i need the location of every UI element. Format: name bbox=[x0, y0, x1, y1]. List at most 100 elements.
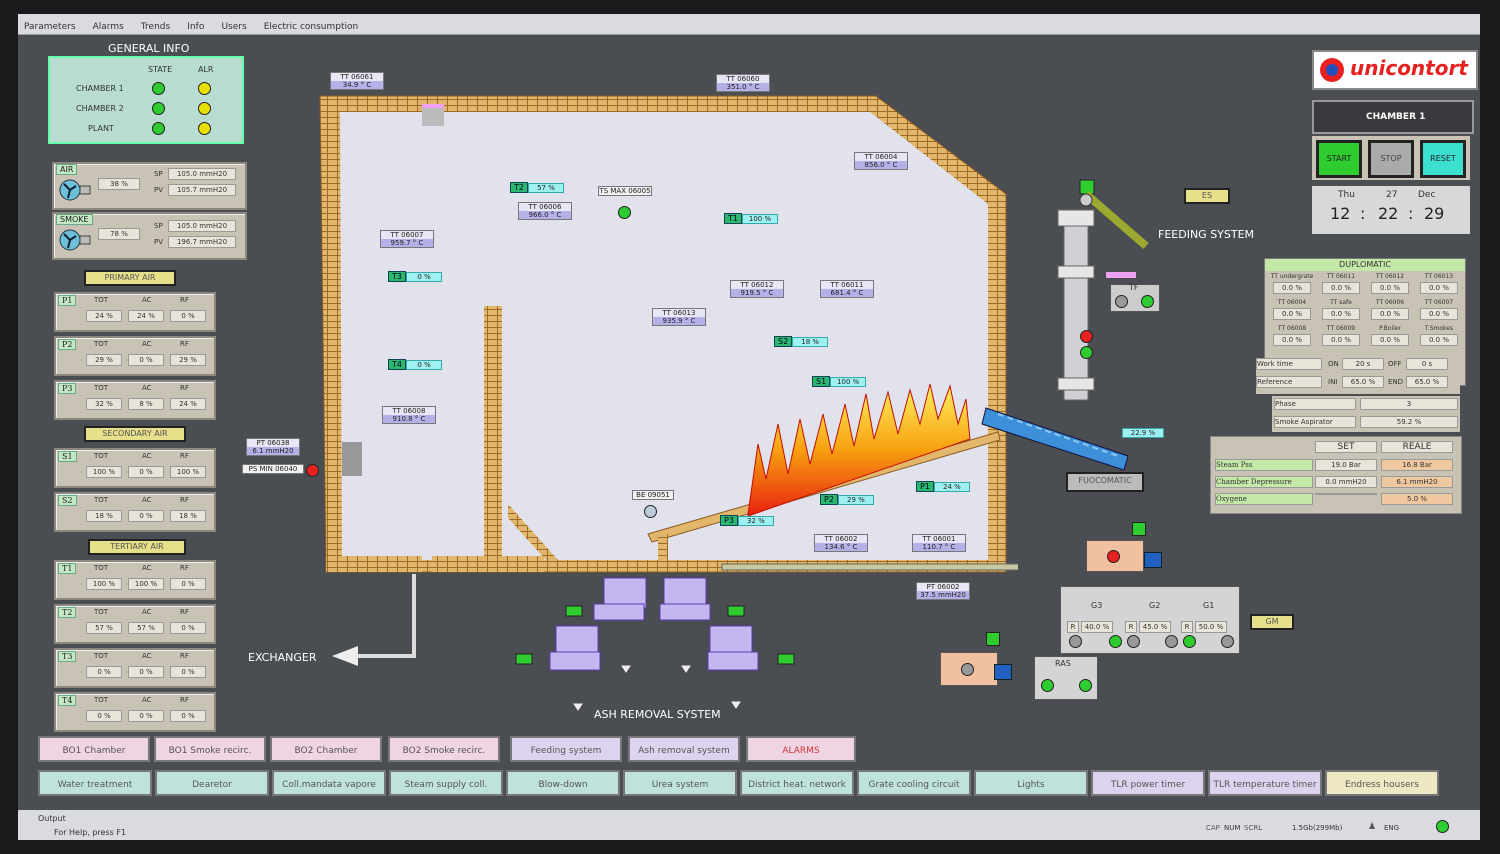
menu-info[interactable]: Info bbox=[181, 18, 210, 32]
air-row-p3[interactable]: P3 TOT AC RF 32 % 8 % 24 % bbox=[54, 380, 216, 420]
air-row-name: T4 bbox=[58, 695, 77, 706]
ps-min-led bbox=[306, 464, 319, 477]
off-value[interactable]: 0 s bbox=[1406, 358, 1448, 370]
steam-pump-block[interactable] bbox=[1086, 540, 1144, 572]
help-text: For Help, press F1 bbox=[54, 828, 127, 837]
air-row-t4[interactable]: T4 TOT AC RF 0 % 0 % 0 % bbox=[54, 692, 216, 732]
nav-button[interactable]: TLR power timer bbox=[1091, 770, 1205, 796]
tt06013-tag[interactable]: TT 06013 935.9 ° C bbox=[652, 308, 706, 326]
air-row-p2[interactable]: P2 TOT AC RF 29 % 0 % 29 % bbox=[54, 336, 216, 376]
setpoint-set-value[interactable]: 19.0 Bar bbox=[1315, 459, 1377, 471]
air-row-t1[interactable]: T1 TOT AC RF 100 % 100 % 0 % bbox=[54, 560, 216, 600]
water-pump-block[interactable] bbox=[940, 652, 998, 686]
air-panel[interactable]: AIR 38 % SP PV 105.0 mmH20 105.7 mmH20 bbox=[52, 162, 247, 210]
nav-button[interactable]: Coll.mandata vapore bbox=[272, 770, 386, 796]
air-sp-label: SP bbox=[154, 170, 163, 178]
p2-key: P2 bbox=[820, 494, 838, 505]
fuocomatic-indicator[interactable]: FUOCOMATIC bbox=[1066, 472, 1144, 492]
tt06004-tag[interactable]: TT 06004 856.0 ° C bbox=[854, 152, 908, 170]
nav-button[interactable]: Water treatment bbox=[38, 770, 152, 796]
tt06008-name: TT 06008 bbox=[392, 407, 426, 415]
gm-indicator[interactable]: GM bbox=[1250, 614, 1294, 630]
t3-tag[interactable]: T3 0 % bbox=[388, 271, 442, 282]
pt06002-tag[interactable]: PT 06002 37.5 mmH20 bbox=[916, 582, 970, 600]
nav-button[interactable]: Endress housers bbox=[1325, 770, 1439, 796]
menu-users[interactable]: Users bbox=[215, 18, 252, 32]
g2-led-right bbox=[1165, 635, 1178, 648]
t1-value: 100 % bbox=[741, 214, 778, 224]
air-row-p1[interactable]: P1 TOT AC RF 24 % 24 % 0 % bbox=[54, 292, 216, 332]
air-row-t2[interactable]: T2 TOT AC RF 57 % 57 % 0 % bbox=[54, 604, 216, 644]
chamber1-state-led bbox=[152, 82, 165, 95]
menu-trends[interactable]: Trends bbox=[135, 18, 176, 32]
nav-button[interactable]: BO1 Smoke recirc. bbox=[154, 736, 266, 762]
ras-panel[interactable]: RAS bbox=[1034, 656, 1098, 700]
nav-button[interactable]: Grate cooling circuit bbox=[857, 770, 971, 796]
duplomatic-cell-value: 0.0 % bbox=[1371, 282, 1409, 294]
s1-tag[interactable]: S1 100 % bbox=[812, 376, 867, 387]
grate-panel[interactable]: G3 G2 G1 R 40.0 % R 45.0 % R 50.0 % bbox=[1060, 586, 1240, 654]
p2-tag[interactable]: P2 29 % bbox=[820, 494, 874, 505]
nav-button[interactable]: Ash removal system bbox=[628, 736, 740, 762]
nav-button[interactable]: BO2 Smoke recirc. bbox=[388, 736, 500, 762]
tt06012-tag[interactable]: TT 06012 919.5 ° C bbox=[730, 280, 784, 298]
setpoint-set-value[interactable] bbox=[1315, 493, 1377, 495]
p1-tag[interactable]: P1 24 % bbox=[916, 481, 970, 492]
setpoint-set-value[interactable]: 0.0 mmH20 bbox=[1315, 476, 1377, 488]
tf-panel[interactable]: TF bbox=[1110, 283, 1160, 312]
tt06061-tag[interactable]: TT 06061 34.9 ° C bbox=[330, 72, 384, 90]
tt06008-tag[interactable]: TT 06008 910.8 ° C bbox=[382, 406, 436, 424]
menu-electric-consumption[interactable]: Electric consumption bbox=[258, 18, 364, 32]
es-indicator[interactable]: ES bbox=[1184, 188, 1230, 204]
reset-button[interactable]: RESET bbox=[1420, 140, 1466, 178]
output-tab[interactable]: Output bbox=[38, 814, 66, 823]
rf-value: 24 % bbox=[170, 398, 206, 410]
menu-alarms[interactable]: Alarms bbox=[87, 18, 130, 32]
g2-led-left bbox=[1127, 635, 1140, 648]
nav-button[interactable]: Dearetor bbox=[155, 770, 269, 796]
nav-button[interactable]: BO1 Chamber bbox=[38, 736, 150, 762]
brand-logo-icon bbox=[1320, 58, 1344, 82]
stop-button[interactable]: STOP bbox=[1368, 140, 1414, 178]
tt06007-tag[interactable]: TT 06007 959.7 ° C bbox=[380, 230, 434, 248]
ini-value[interactable]: 65.0 % bbox=[1342, 376, 1384, 388]
g1-r: R bbox=[1181, 621, 1193, 633]
nav-button[interactable]: Feeding system bbox=[510, 736, 622, 762]
smoke-panel[interactable]: SMOKE 78 % SP PV 105.0 mmH20 196.7 mmH20 bbox=[52, 212, 247, 260]
t4-tag[interactable]: T4 0 % bbox=[388, 359, 442, 370]
duplomatic-cell-header: TT 06006 bbox=[1375, 299, 1405, 306]
nav-button[interactable]: BO2 Chamber bbox=[270, 736, 382, 762]
tt06002-tag[interactable]: TT 06002 134.6 ° C bbox=[814, 534, 868, 552]
nav-button[interactable]: Lights bbox=[974, 770, 1088, 796]
nav-button[interactable]: ALARMS bbox=[746, 736, 856, 762]
air-row-name: S1 bbox=[58, 451, 77, 462]
nav-button[interactable]: Urea system bbox=[623, 770, 737, 796]
tot-value: 0 % bbox=[86, 666, 122, 678]
nav-button[interactable]: Steam supply coll. bbox=[389, 770, 503, 796]
tt06060-tag[interactable]: TT 06060 351.0 ° C bbox=[716, 74, 770, 92]
rf-header: RF bbox=[180, 296, 189, 304]
tt06001-tag[interactable]: TT 06001 110.7 ° C bbox=[912, 534, 966, 552]
tt06011-tag[interactable]: TT 06011 681.4 ° C bbox=[820, 280, 874, 298]
nav-button[interactable]: District heat. network bbox=[740, 770, 854, 796]
nav-button[interactable]: TLR temperature timer bbox=[1208, 770, 1322, 796]
s2-tag[interactable]: S2 18 % bbox=[774, 336, 829, 347]
p3-tag[interactable]: P3 32 % bbox=[720, 515, 774, 526]
t2-tag[interactable]: T2 57 % bbox=[510, 182, 564, 193]
chamber-header: CHAMBER 1 bbox=[1312, 100, 1474, 134]
pt06038-tag[interactable]: PT 06038 6.1 mmH20 bbox=[246, 438, 300, 456]
start-button[interactable]: START bbox=[1316, 140, 1362, 178]
t1-tag[interactable]: T1 100 % bbox=[724, 213, 778, 224]
air-row-s1[interactable]: S1 TOT AC RF 100 % 0 % 100 % bbox=[54, 448, 216, 488]
air-row-t3[interactable]: T3 TOT AC RF 0 % 0 % 0 % bbox=[54, 648, 216, 688]
tt06006-tag[interactable]: TT 06006 966.0 ° C bbox=[518, 202, 572, 220]
menu-parameters[interactable]: Parameters bbox=[18, 18, 82, 32]
date-label: 27 bbox=[1386, 190, 1398, 200]
nav-button[interactable]: Blow-down bbox=[506, 770, 620, 796]
be-tag: BE 09051 bbox=[632, 490, 674, 500]
tot-header: TOT bbox=[94, 696, 109, 704]
air-row-s2[interactable]: S2 TOT AC RF 18 % 0 % 18 % bbox=[54, 492, 216, 532]
end-value[interactable]: 65.0 % bbox=[1406, 376, 1448, 388]
on-value[interactable]: 20 s bbox=[1342, 358, 1384, 370]
tot-value: 0 % bbox=[86, 710, 122, 722]
